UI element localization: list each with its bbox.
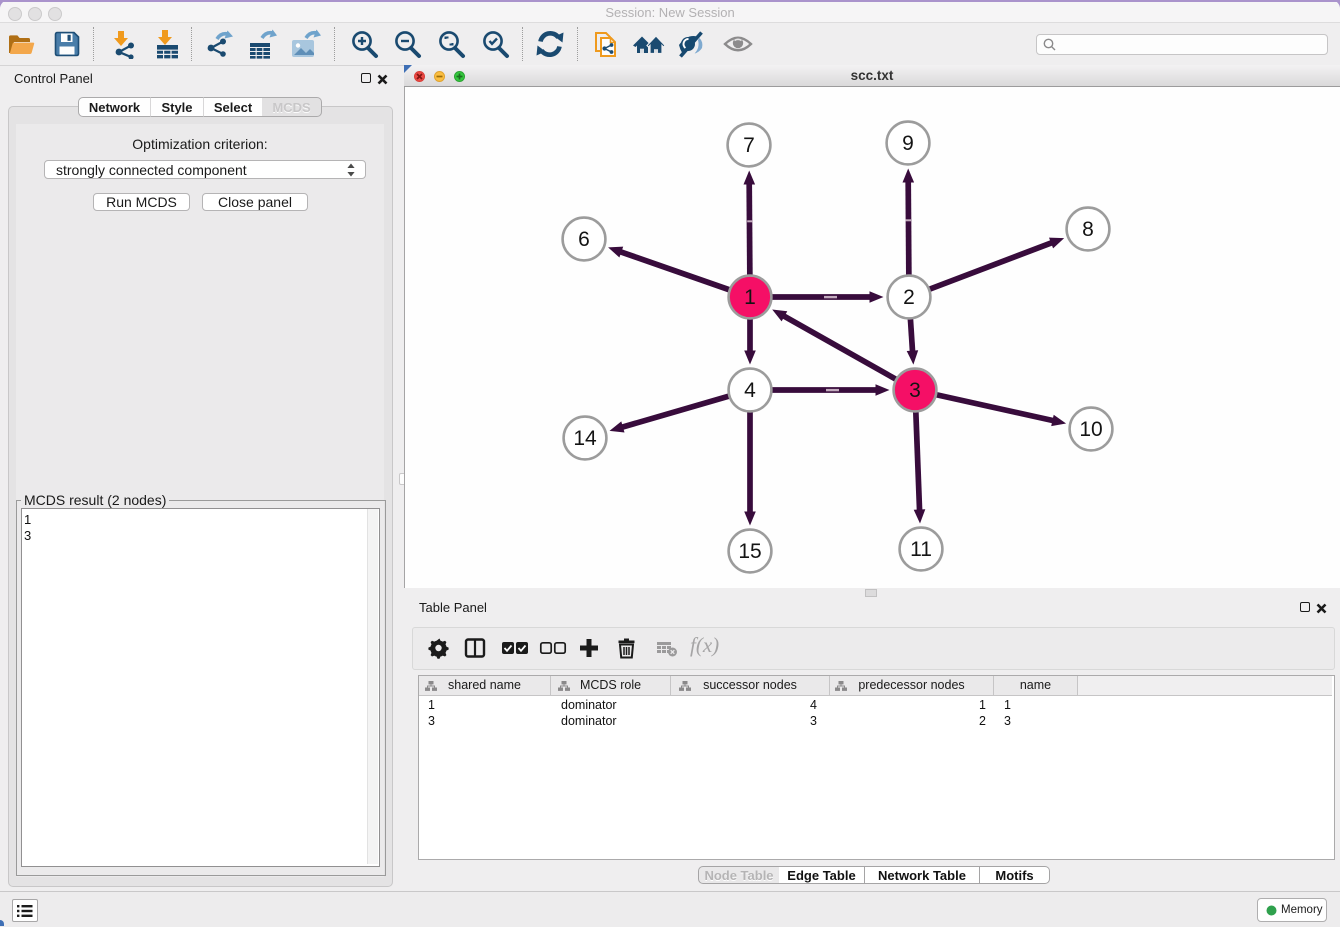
- svg-text:4: 4: [744, 379, 756, 402]
- svg-text:9: 9: [902, 132, 914, 155]
- svg-text:3: 3: [909, 379, 921, 402]
- svg-text:7: 7: [743, 134, 755, 157]
- svg-text:10: 10: [1079, 418, 1102, 441]
- svg-text:11: 11: [910, 538, 932, 561]
- svg-text:2: 2: [903, 286, 915, 309]
- svg-text:1: 1: [744, 286, 756, 309]
- svg-text:15: 15: [738, 540, 761, 563]
- svg-text:8: 8: [1082, 218, 1094, 241]
- svg-text:14: 14: [573, 427, 597, 450]
- svg-text:6: 6: [578, 228, 590, 251]
